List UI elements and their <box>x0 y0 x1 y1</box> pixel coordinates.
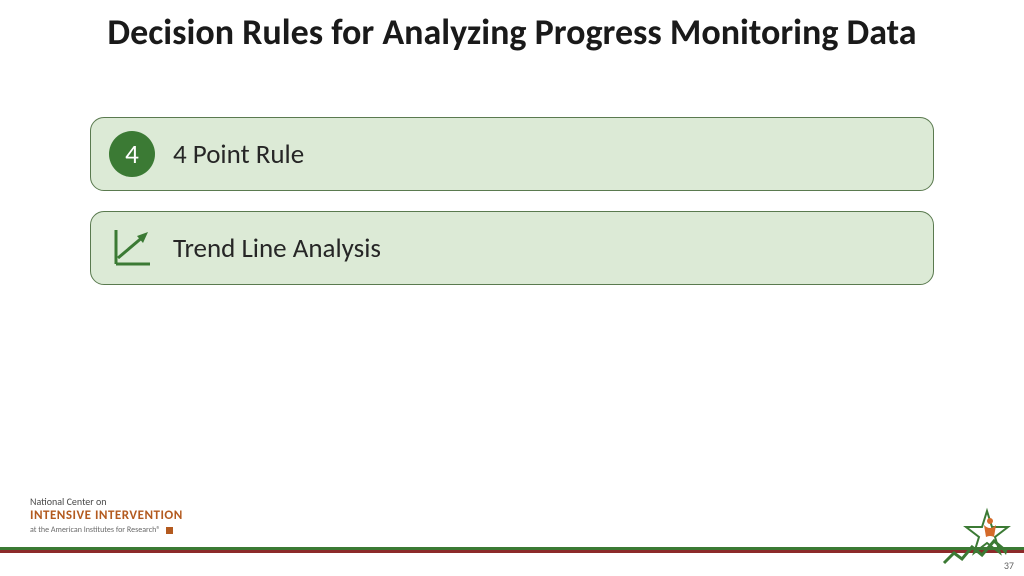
trend-chart-icon <box>109 225 155 271</box>
org-logo: National Center on INTENSIVE INTERVENTIO… <box>30 496 183 536</box>
org-line3: at the American Institutes for Research® <box>30 525 160 535</box>
rule-cards: 4 4 Point Rule Trend Line Analysis <box>90 117 934 285</box>
rule-card-4point: 4 4 Point Rule <box>90 117 934 191</box>
rule-label: 4 Point Rule <box>173 138 304 171</box>
number-badge-icon: 4 <box>109 131 155 177</box>
star-logo-icon <box>942 507 1012 572</box>
org-line2: INTENSIVE INTERVENTION <box>30 508 183 524</box>
org-line1: National Center on <box>30 496 183 508</box>
org-dot-icon <box>166 527 173 534</box>
page-number: 37 <box>1004 559 1014 572</box>
footer-divider <box>0 547 1024 553</box>
badge-number: 4 <box>125 138 139 171</box>
slide-title: Decision Rules for Analyzing Progress Mo… <box>0 0 1024 55</box>
rule-card-trendline: Trend Line Analysis <box>90 211 934 285</box>
rule-label: Trend Line Analysis <box>173 232 381 265</box>
